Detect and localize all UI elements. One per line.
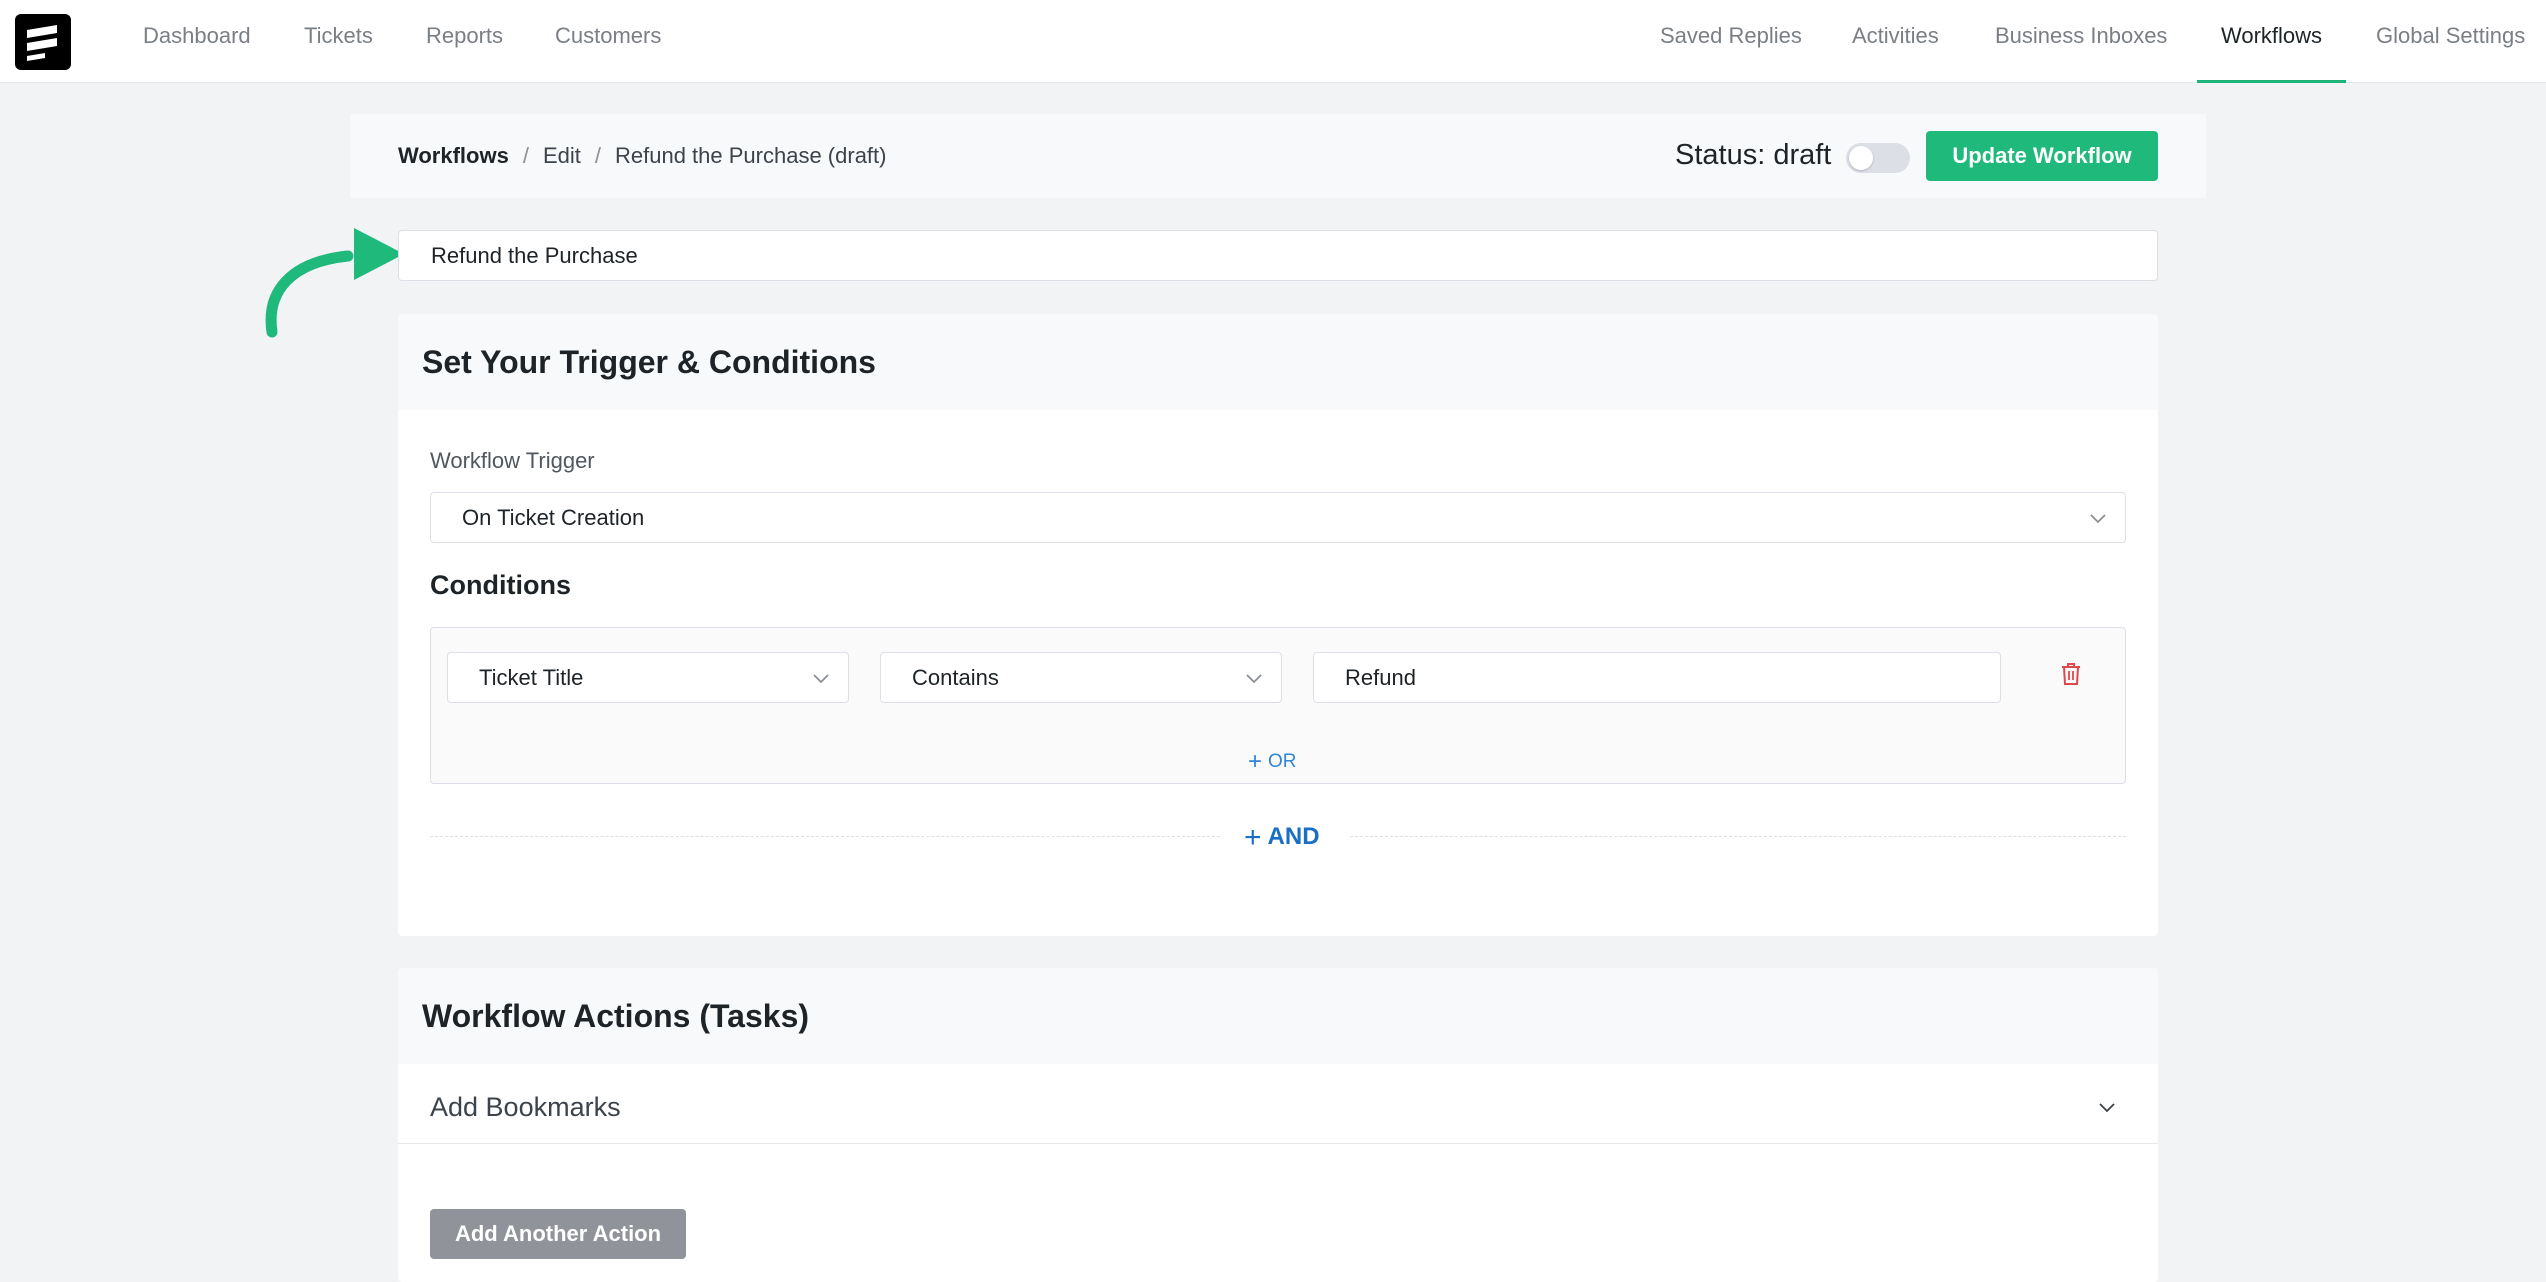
plus-icon: + [1244, 821, 1262, 854]
action-item-label: Add Bookmarks [430, 1092, 621, 1122]
condition-value-input[interactable] [1313, 652, 2001, 703]
workflow-actions-card: Workflow Actions (Tasks) Add Bookmarks A… [398, 968, 2158, 1282]
status-toggle-knob [1849, 146, 1873, 170]
and-divider: + AND [430, 819, 2126, 855]
workflow-title-input[interactable] [398, 230, 2158, 281]
actions-card-header: Workflow Actions (Tasks) [398, 968, 2158, 1064]
app-logo-icon[interactable] [15, 14, 71, 70]
update-workflow-button[interactable]: Update Workflow [1926, 131, 2158, 181]
pointer-arrow-icon [265, 228, 404, 338]
nav-activities[interactable]: Activities [1852, 0, 1939, 83]
actions-card-title: Workflow Actions (Tasks) [422, 998, 810, 1034]
nav-saved-replies[interactable]: Saved Replies [1660, 0, 1802, 83]
action-item-add-bookmarks[interactable]: Add Bookmarks [398, 1064, 2158, 1144]
trigger-card-title: Set Your Trigger & Conditions [422, 344, 876, 380]
trigger-card-header: Set Your Trigger & Conditions [398, 314, 2158, 410]
conditions-label: Conditions [430, 570, 571, 600]
or-label: OR [1268, 751, 1297, 772]
breadcrumb-current: Refund the Purchase (draft) [615, 143, 887, 168]
status-label: Status: draft [1675, 139, 1832, 171]
nav-customers[interactable]: Customers [555, 0, 661, 83]
add-or-condition-button[interactable]: + OR [1248, 748, 1297, 776]
and-label: AND [1267, 823, 1320, 850]
condition-operator-value: Contains [912, 665, 999, 690]
nav-business-inboxes[interactable]: Business Inboxes [1995, 0, 2167, 83]
chevron-down-icon [2099, 1103, 2115, 1113]
chevron-down-icon [1246, 674, 1262, 684]
breadcrumb-edit-link[interactable]: Edit [543, 143, 581, 168]
workflow-trigger-select[interactable]: On Ticket Creation [430, 492, 2126, 543]
workflow-header-bar: Workflows / Edit / Refund the Purchase (draf… [350, 114, 2206, 198]
breadcrumb-separator: / [594, 143, 601, 168]
trigger-conditions-card: Set Your Trigger & Conditions Workflow T… [398, 314, 2158, 936]
breadcrumb: Workflows / Edit / Refund the Purchase (draf… [398, 114, 886, 198]
nav-dashboard[interactable]: Dashboard [143, 0, 251, 83]
add-another-action-button[interactable]: Add Another Action [430, 1209, 686, 1259]
nav-workflows[interactable]: Workflows [2196, 0, 2347, 83]
status-toggle[interactable] [1846, 143, 1910, 173]
chevron-down-icon [813, 674, 829, 684]
workflow-trigger-label: Workflow Trigger [430, 448, 595, 473]
trash-icon[interactable] [2060, 662, 2082, 686]
divider-line [430, 836, 1220, 837]
condition-operator-select[interactable]: Contains [880, 652, 1282, 703]
plus-icon: + [1248, 748, 1263, 775]
condition-field-select[interactable]: Ticket Title [447, 652, 849, 703]
nav-tickets[interactable]: Tickets [304, 0, 373, 83]
breadcrumb-workflows-link[interactable]: Workflows [398, 143, 509, 168]
chevron-down-icon [2090, 514, 2106, 524]
condition-group: Ticket Title Contains +OR [430, 627, 2126, 784]
workflow-trigger-value: On Ticket Creation [462, 505, 645, 530]
condition-field-value: Ticket Title [479, 665, 584, 690]
top-navigation: Dashboard Tickets Reports Customers Save… [0, 0, 2546, 83]
breadcrumb-separator: / [522, 143, 529, 168]
divider-line [1350, 836, 2126, 837]
nav-reports[interactable]: Reports [426, 0, 503, 83]
add-and-condition-button[interactable]: + AND [1230, 819, 1334, 855]
nav-global-settings[interactable]: Global Settings [2376, 0, 2525, 83]
